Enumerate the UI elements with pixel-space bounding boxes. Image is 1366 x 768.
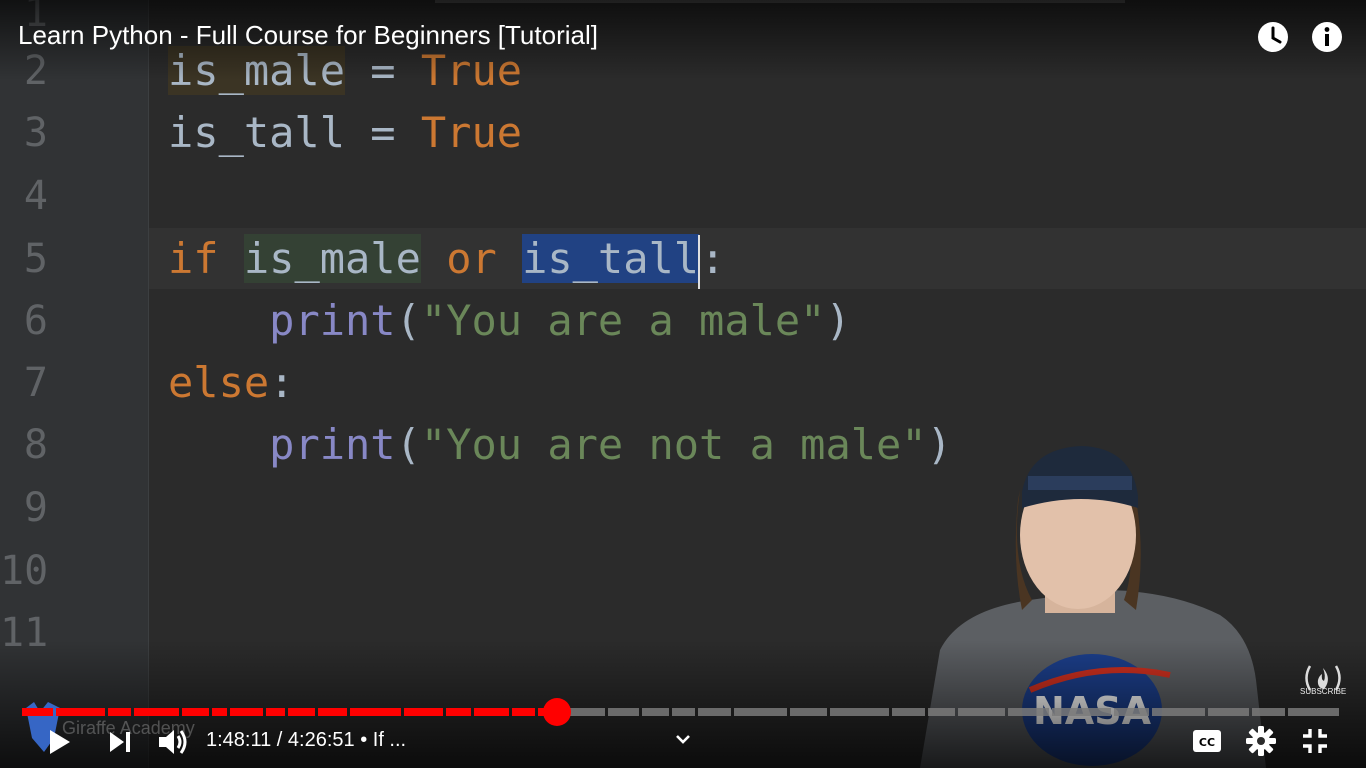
progress-played-segment[interactable] [108,708,131,716]
captions-icon[interactable]: CC [1187,721,1227,761]
progress-unplayed-segment[interactable] [1152,708,1205,716]
volume-icon[interactable] [153,722,193,762]
video-title[interactable]: Learn Python - Full Course for Beginners… [18,20,598,51]
time-display: 1:48:11 / 4:26:51 • If ... [206,729,407,751]
code-line-5: if is_male or is_tall: [168,228,725,290]
line-number: 5 [23,236,48,282]
progress-played-segment[interactable] [446,708,471,716]
progress-played-segment[interactable] [512,708,535,716]
code-colon: : [700,234,726,283]
clock-icon[interactable] [1256,20,1290,54]
svg-text:CC: CC [1199,736,1215,749]
line-number: 6 [23,298,48,344]
progress-unplayed-segment[interactable] [1288,708,1339,716]
line-number: 8 [23,422,48,468]
progress-played-segment[interactable] [266,708,285,716]
skip-next-icon[interactable] [100,722,140,762]
code-line-6: print("You are a male") [269,296,851,345]
progress-unplayed-segment[interactable] [958,708,1005,716]
progress-played-segment[interactable] [404,708,443,716]
line-number: 10 [0,548,49,594]
progress-unplayed-segment[interactable] [928,708,955,716]
progress-played-segment[interactable] [56,708,105,716]
code-keyword: True [420,108,523,157]
progress-played-segment[interactable] [22,708,53,716]
code-selection: is_tall [522,234,700,283]
code-keyword: else [168,358,270,407]
progress-unplayed-segment[interactable] [1052,708,1111,716]
progress-unplayed-segment[interactable] [1008,708,1049,716]
line-number: 4 [23,173,48,219]
progress-unplayed-segment[interactable] [790,708,827,716]
progress-played-segment[interactable] [212,708,227,716]
code-function: print [269,296,396,345]
progress-played-segment[interactable] [182,708,209,716]
progress-unplayed-segment[interactable] [1114,708,1149,716]
code-variable: is_male [243,234,421,283]
progress-unplayed-segment[interactable] [830,708,889,716]
gear-icon[interactable] [1241,721,1281,761]
play-icon[interactable] [38,722,78,762]
info-icon[interactable] [1310,20,1344,54]
progress-played-segment[interactable] [230,708,263,716]
code-function: print [269,420,396,469]
progress-played-segment[interactable] [474,708,509,716]
code-operator: = [345,108,421,157]
progress-played-segment[interactable] [288,708,315,716]
line-number: 7 [23,360,48,406]
progress-unplayed-segment[interactable] [892,708,925,716]
progress-unplayed-segment[interactable] [734,708,787,716]
progress-unplayed-segment[interactable] [1252,708,1285,716]
code-string: "You are a male" [420,296,826,345]
code-line-7: else: [168,358,295,407]
progress-unplayed-segment[interactable] [698,708,731,716]
video-frame[interactable]: 1 2 3 4 5 6 7 8 9 10 11 is_male = True i… [0,0,1366,768]
progress-played-segment[interactable] [318,708,347,716]
code-line-8: print("You are not a male") [269,420,952,469]
chevron-down-icon[interactable] [663,719,703,759]
line-number: 3 [23,110,48,156]
progress-played-segment[interactable] [134,708,179,716]
progress-unplayed-segment[interactable] [672,708,695,716]
progress-bar[interactable] [22,708,1342,716]
code-keyword: or [446,234,497,283]
code-line-3: is_tall = True [168,102,522,164]
line-number: 9 [23,485,48,531]
progress-played-segment[interactable] [350,708,401,716]
code-string: "You are not a male" [420,420,927,469]
progress-scrubber[interactable] [542,698,571,726]
progress-unplayed-segment[interactable] [642,708,669,716]
code-keyword: if [168,234,219,283]
progress-unplayed-segment[interactable] [608,708,639,716]
subscribe-label[interactable]: SUBSCRIBE [1300,687,1346,696]
progress-unplayed-segment[interactable] [1208,708,1249,716]
code-variable: is_tall [168,108,346,157]
exit-fullscreen-icon[interactable] [1295,721,1335,761]
